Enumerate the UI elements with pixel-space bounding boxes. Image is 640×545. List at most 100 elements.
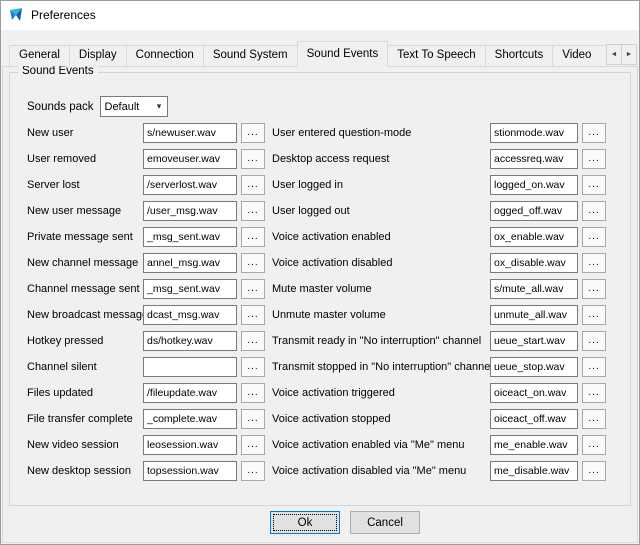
- sound-file-input[interactable]: [143, 461, 237, 481]
- sound-event-row: User logged out...: [272, 201, 606, 221]
- browse-button[interactable]: ...: [582, 305, 606, 325]
- sound-file-input[interactable]: [490, 201, 578, 221]
- sound-file-input[interactable]: [490, 331, 578, 351]
- sound-file-input[interactable]: [490, 227, 578, 247]
- sounds-pack-label: Sounds pack: [27, 101, 94, 113]
- browse-button[interactable]: ...: [241, 383, 265, 403]
- browse-button[interactable]: ...: [241, 279, 265, 299]
- sound-event-row: New broadcast message...: [27, 305, 265, 325]
- sound-file-input[interactable]: [143, 123, 237, 143]
- tab-general[interactable]: General: [9, 45, 70, 66]
- sound-event-row: Unmute master volume...: [272, 305, 606, 325]
- sounds-pack-row: Sounds pack Default ▾: [27, 96, 168, 117]
- sound-event-row: Files updated...: [27, 383, 265, 403]
- browse-button[interactable]: ...: [241, 435, 265, 455]
- sound-file-input[interactable]: [490, 123, 578, 143]
- sound-file-input[interactable]: [143, 383, 237, 403]
- sound-event-label: Voice activation enabled via "Me" menu: [272, 439, 490, 451]
- sound-event-label: User removed: [27, 153, 143, 165]
- sound-file-input[interactable]: [490, 409, 578, 429]
- sound-file-input[interactable]: [143, 201, 237, 221]
- browse-button[interactable]: ...: [241, 227, 265, 247]
- sound-file-input[interactable]: [490, 357, 578, 377]
- sound-file-input[interactable]: [490, 305, 578, 325]
- sound-file-input[interactable]: [143, 227, 237, 247]
- browse-button[interactable]: ...: [582, 357, 606, 377]
- sound-file-input[interactable]: [490, 279, 578, 299]
- sound-event-label: Private message sent: [27, 231, 143, 243]
- groupbox-title: Sound Events: [18, 65, 98, 77]
- sound-file-input[interactable]: [143, 279, 237, 299]
- tab-sound-events[interactable]: Sound Events: [297, 41, 389, 67]
- browse-button[interactable]: ...: [582, 435, 606, 455]
- browse-button[interactable]: ...: [582, 123, 606, 143]
- sound-file-input[interactable]: [143, 409, 237, 429]
- browse-button[interactable]: ...: [241, 357, 265, 377]
- sound-file-input[interactable]: [143, 149, 237, 169]
- browse-button[interactable]: ...: [241, 123, 265, 143]
- sound-file-input[interactable]: [490, 175, 578, 195]
- ok-button[interactable]: Ok: [270, 511, 340, 534]
- sound-event-label: Channel silent: [27, 361, 143, 373]
- sound-event-label: New user message: [27, 205, 143, 217]
- browse-button[interactable]: ...: [241, 253, 265, 273]
- sound-file-input[interactable]: [143, 435, 237, 455]
- sound-event-label: Hotkey pressed: [27, 335, 143, 347]
- sound-event-label: Desktop access request: [272, 153, 490, 165]
- cancel-button[interactable]: Cancel: [350, 511, 420, 534]
- sound-file-input[interactable]: [143, 357, 237, 377]
- sound-file-input[interactable]: [143, 331, 237, 351]
- sound-event-row: New user message...: [27, 201, 265, 221]
- sound-file-input[interactable]: [490, 461, 578, 481]
- sound-file-input[interactable]: [143, 305, 237, 325]
- sound-event-row: User logged in...: [272, 175, 606, 195]
- tab-scroll-right-icon[interactable]: ►: [621, 44, 637, 65]
- sound-event-row: New desktop session...: [27, 461, 265, 481]
- browse-button[interactable]: ...: [582, 175, 606, 195]
- browse-button[interactable]: ...: [241, 305, 265, 325]
- browse-button[interactable]: ...: [582, 149, 606, 169]
- sound-event-row: Channel message sent...: [27, 279, 265, 299]
- browse-button[interactable]: ...: [582, 461, 606, 481]
- browse-button[interactable]: ...: [241, 149, 265, 169]
- browse-button[interactable]: ...: [241, 409, 265, 429]
- sound-file-input[interactable]: [490, 149, 578, 169]
- browse-button[interactable]: ...: [241, 201, 265, 221]
- tab-display[interactable]: Display: [69, 45, 127, 66]
- sound-file-input[interactable]: [143, 175, 237, 195]
- sound-event-label: Server lost: [27, 179, 143, 191]
- browse-button[interactable]: ...: [582, 331, 606, 351]
- browse-button[interactable]: ...: [582, 279, 606, 299]
- browse-button[interactable]: ...: [582, 201, 606, 221]
- tab-connection[interactable]: Connection: [126, 45, 204, 66]
- browse-button[interactable]: ...: [582, 409, 606, 429]
- tab-sound-system[interactable]: Sound System: [203, 45, 298, 66]
- sound-file-input[interactable]: [490, 253, 578, 273]
- sound-event-label: Voice activation triggered: [272, 387, 490, 399]
- sound-file-input[interactable]: [143, 253, 237, 273]
- sound-file-input[interactable]: [490, 435, 578, 455]
- sound-event-row: Voice activation triggered...: [272, 383, 606, 403]
- browse-button[interactable]: ...: [582, 227, 606, 247]
- sound-event-label: Voice activation disabled via "Me" menu: [272, 465, 490, 477]
- browse-button[interactable]: ...: [241, 175, 265, 195]
- sound-event-row: File transfer complete...: [27, 409, 265, 429]
- browse-button[interactable]: ...: [582, 253, 606, 273]
- sound-event-label: User logged out: [272, 205, 490, 217]
- tab-shortcuts[interactable]: Shortcuts: [485, 45, 554, 66]
- browse-button[interactable]: ...: [241, 331, 265, 351]
- sound-file-input[interactable]: [490, 383, 578, 403]
- sound-event-row: New video session...: [27, 435, 265, 455]
- sound-event-row: Hotkey pressed...: [27, 331, 265, 351]
- browse-button[interactable]: ...: [582, 383, 606, 403]
- sound-event-row: Transmit ready in "No interruption" chan…: [272, 331, 606, 351]
- sound-event-label: New desktop session: [27, 465, 143, 477]
- sound-event-row: Private message sent...: [27, 227, 265, 247]
- sound-event-row: Voice activation disabled via "Me" menu.…: [272, 461, 606, 481]
- sounds-pack-combobox[interactable]: Default ▾: [100, 96, 168, 117]
- app-logo-icon: [8, 7, 24, 23]
- sound-event-label: Unmute master volume: [272, 309, 490, 321]
- tab-scroll-left-icon[interactable]: ◄: [606, 44, 622, 65]
- browse-button[interactable]: ...: [241, 461, 265, 481]
- tab-text-to-speech[interactable]: Text To Speech: [387, 45, 485, 66]
